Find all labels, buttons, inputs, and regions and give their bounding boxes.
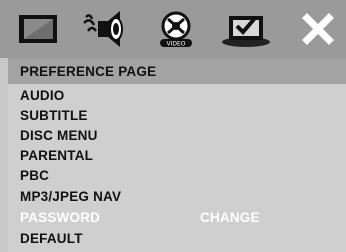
tab-preference[interactable] bbox=[216, 6, 276, 52]
tab-exit[interactable] bbox=[288, 6, 346, 52]
tab-video-setup[interactable]: VIDEO bbox=[146, 6, 206, 52]
menu-item-audio[interactable]: AUDIO bbox=[20, 86, 65, 106]
menu-item-pbc[interactable]: PBC bbox=[20, 166, 49, 186]
password-value[interactable]: CHANGE bbox=[200, 208, 260, 228]
tab-general-setup[interactable] bbox=[8, 6, 68, 52]
menu-item-disc-menu[interactable]: DISC MENU bbox=[20, 126, 98, 146]
menu-item-mp3-jpeg-nav[interactable]: MP3/JPEG NAV bbox=[20, 187, 121, 207]
menu-item-subtitle[interactable]: SUBTITLE bbox=[20, 106, 88, 126]
menu-item-default[interactable]: DEFAULT bbox=[20, 229, 83, 249]
page-title-bar: PREFERENCE PAGE bbox=[8, 58, 346, 84]
disc-icon: VIDEO bbox=[160, 11, 192, 48]
menu-item-password[interactable]: PASSWORD bbox=[20, 208, 100, 228]
preference-menu: AUDIO SUBTITLE DISC MENU PARENTAL PBC MP… bbox=[8, 84, 346, 252]
svg-text:VIDEO: VIDEO bbox=[166, 41, 185, 48]
screen-icon bbox=[19, 15, 57, 43]
menu-item-parental[interactable]: PARENTAL bbox=[20, 146, 93, 166]
close-icon bbox=[302, 13, 334, 45]
preference-icon bbox=[222, 16, 270, 47]
page-title: PREFERENCE PAGE bbox=[20, 63, 157, 79]
speaker-audio-icon bbox=[83, 11, 123, 47]
tab-audio-setup[interactable] bbox=[78, 6, 138, 52]
menu-tab-bar: VIDEO bbox=[0, 0, 346, 58]
